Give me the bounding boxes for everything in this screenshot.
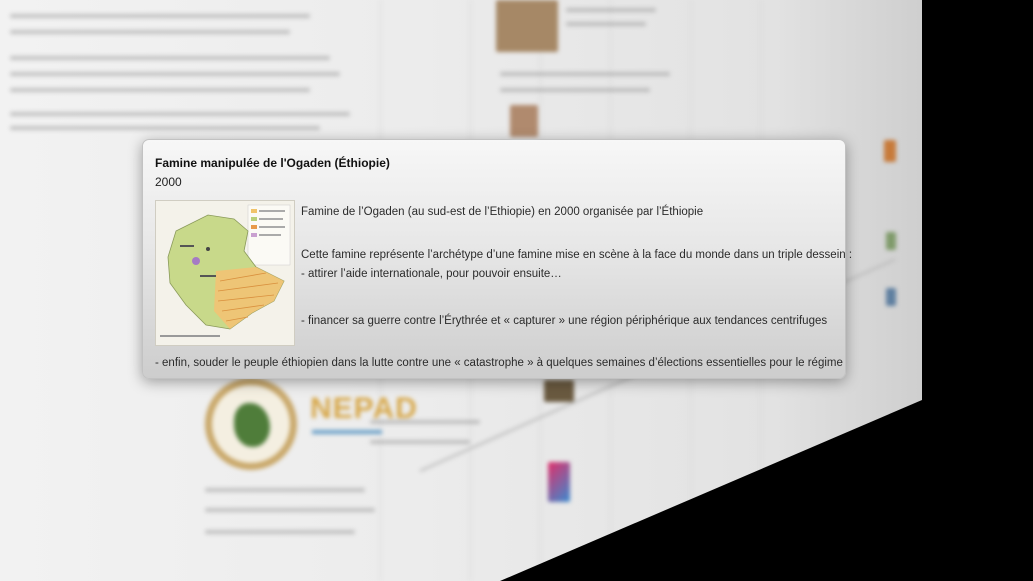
text-line [370, 420, 480, 424]
photo-thumbnail [544, 380, 574, 402]
text-line [370, 440, 470, 444]
popup-year: 2000 [155, 175, 182, 189]
photo-thumbnail [884, 140, 896, 162]
text-line [10, 72, 340, 76]
text-line [566, 8, 656, 12]
text-line [10, 56, 330, 60]
event-detail-popup[interactable]: Famine manipulée de l'Ogaden (Éthiopie) … [142, 139, 852, 379]
event-logo-thumbnail [548, 462, 570, 502]
text-line [10, 14, 310, 18]
text-line [10, 30, 290, 34]
nepad-logo-underline [312, 430, 382, 434]
text-line [566, 22, 646, 26]
text-line [500, 88, 650, 92]
popup-description-line: - financer sa guerre contre l’Érythrée e… [301, 315, 828, 327]
text-line [205, 488, 365, 492]
photo-thumbnail [886, 232, 896, 250]
popup-description-line: - enfin, souder le peuple éthiopien dans… [155, 357, 843, 369]
text-line [10, 126, 320, 130]
photo-thumbnail [496, 0, 558, 52]
popup-description-line: - attirer l’aide internationale, pour po… [301, 268, 562, 280]
african-union-logo [205, 378, 297, 470]
photo-thumbnail [886, 288, 896, 306]
ethiopia-map-image[interactable] [155, 200, 295, 346]
text-line [205, 508, 375, 512]
text-line [205, 530, 355, 534]
popup-description-line: Cette famine représente l’archétype d’un… [301, 249, 853, 261]
map-illustration [156, 201, 294, 345]
popup-description-line: Famine de l’Ogaden (au sud-est de l’Ethi… [301, 206, 704, 218]
text-line [500, 72, 670, 76]
text-line [10, 88, 310, 92]
photo-thumbnail [510, 105, 538, 137]
popup-title: Famine manipulée de l'Ogaden (Éthiopie) [155, 156, 390, 170]
text-line [10, 112, 350, 116]
